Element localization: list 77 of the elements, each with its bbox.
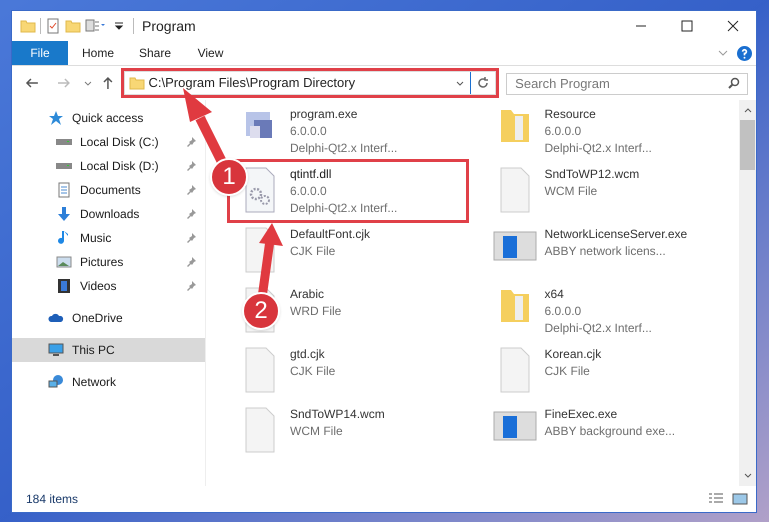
file-detail: 6.0.0.0	[544, 123, 582, 140]
file-name[interactable]: Arabic	[290, 286, 342, 303]
file-detail: Delphi-Qt2.x Interf...	[290, 140, 398, 157]
ribbon-tab[interactable]: File	[12, 41, 68, 65]
file-detail: 6.0.0.0	[290, 183, 328, 200]
file-detail: Delphi-Qt2.x Interf...	[544, 140, 652, 157]
address-path: C:\Program Files\Program Directory	[148, 74, 356, 92]
file-name[interactable]: qtintf.dll	[290, 166, 398, 183]
drive-icon	[56, 163, 72, 169]
pin-icon[interactable]	[185, 280, 197, 292]
monitor-icon	[48, 342, 64, 358]
file-name[interactable]: FineExec.exe	[544, 406, 676, 423]
scroll-thumb[interactable]	[740, 120, 755, 170]
sidebar-item[interactable]: Downloads	[12, 202, 205, 226]
file-name[interactable]: gtd.cjk	[290, 346, 336, 363]
checklist-icon[interactable]	[45, 18, 61, 34]
file-detail: CJK File	[544, 363, 591, 380]
file-detail: ABBY background exe...	[544, 423, 676, 440]
chevron-down-icon[interactable]	[84, 79, 92, 87]
pin-icon[interactable]	[185, 232, 197, 244]
sidebar-item[interactable]: This PC	[12, 338, 205, 362]
sidebar-item[interactable]: Local Disk (C:)	[12, 130, 205, 154]
folder-icon	[20, 18, 36, 34]
file-detail: 6.0.0.0	[290, 123, 328, 140]
sidebar-item[interactable]: Local Disk (D:)	[12, 154, 205, 178]
file-detail: WRD File	[290, 303, 342, 320]
ribbon-tab[interactable]: Share	[125, 41, 182, 65]
file-detail: WCM File	[290, 423, 344, 440]
pin-icon[interactable]	[185, 136, 197, 148]
folder-icon	[65, 18, 81, 34]
file-detail: Delphi-Qt2.x Interf...	[290, 200, 398, 217]
pin-icon[interactable]	[185, 256, 197, 268]
ribbon-tab[interactable]: Home	[68, 41, 125, 65]
folder-icon	[128, 75, 144, 91]
download-icon	[56, 206, 72, 222]
scrollbar[interactable]	[739, 100, 756, 486]
file-name[interactable]: SndToWP12.wcm	[544, 166, 640, 183]
sidebar-item[interactable]: Documents	[12, 178, 205, 202]
file-detail: ABBY network licens...	[544, 243, 667, 260]
file-detail: 6.0.0.0	[544, 303, 582, 320]
sidebar-item[interactable]: Music	[12, 226, 205, 250]
help-icon[interactable]	[737, 46, 752, 60]
file-detail: Delphi-Qt2.x Interf...	[544, 320, 652, 337]
window-title: Program	[142, 16, 196, 36]
file-name[interactable]: Resource	[544, 106, 652, 123]
ribbon-tab[interactable]: View	[182, 41, 239, 65]
document-icon	[56, 182, 72, 198]
file-detail: CJK File	[290, 363, 336, 380]
sidebar-item[interactable]: Quick access	[12, 106, 192, 130]
dropdown-icon[interactable]	[113, 20, 125, 32]
file-detail: CJK File	[290, 243, 336, 260]
drive-icon	[56, 139, 72, 145]
item-count: 184 items	[26, 491, 78, 508]
pin-icon[interactable]	[185, 208, 197, 220]
maximize-icon	[681, 20, 693, 32]
pictures-icon	[56, 254, 72, 270]
pin-icon[interactable]	[185, 160, 197, 172]
pin-icon[interactable]	[185, 184, 197, 196]
close-icon	[727, 20, 739, 32]
sidebar-item[interactable]: Videos	[12, 274, 205, 298]
file-name[interactable]: x64	[544, 286, 652, 303]
film-icon	[56, 278, 72, 294]
file-name[interactable]: Korean.cjk	[544, 346, 602, 363]
file-detail: WCM File	[544, 183, 598, 200]
search-icon	[728, 77, 740, 89]
file-name[interactable]: SndToWP14.wcm	[290, 406, 385, 423]
star-icon	[48, 110, 64, 126]
address-bar[interactable]: C:\Program Files\Program Directory	[124, 71, 496, 95]
sidebar-item[interactable]: Pictures	[12, 250, 205, 274]
file-name[interactable]: DefaultFont.cjk	[290, 226, 370, 243]
thumbnail-view-icon[interactable]	[732, 491, 748, 507]
file-name[interactable]: program.exe	[290, 106, 398, 123]
sidebar-item[interactable]: Network	[12, 370, 192, 394]
sidebar-item[interactable]: OneDrive	[12, 306, 192, 330]
file-name[interactable]: NetworkLicenseServer.exe	[544, 226, 688, 243]
search-field[interactable]: Search Program	[506, 72, 748, 94]
network-icon	[48, 374, 64, 390]
